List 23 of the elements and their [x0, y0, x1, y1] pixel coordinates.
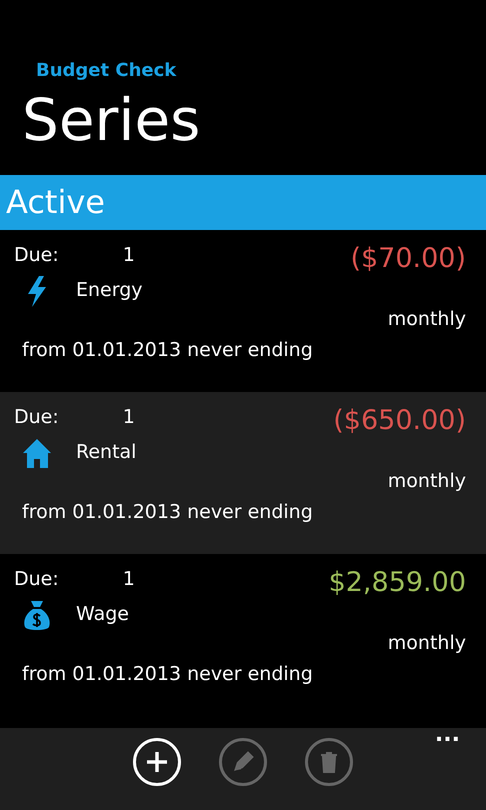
amount: ($70.00): [350, 244, 466, 274]
amount: ($650.00): [333, 406, 466, 436]
due-value: 1: [122, 406, 135, 429]
page-title: Series: [21, 86, 202, 156]
due-value: 1: [122, 244, 135, 267]
category-name: Wage: [76, 603, 129, 626]
amount: $2,859.00: [328, 568, 466, 598]
period-text: from 01.01.2013 never ending: [22, 500, 313, 524]
add-button[interactable]: [133, 738, 181, 786]
due-value: 1: [122, 568, 135, 591]
app-title: Budget Check: [35, 59, 178, 82]
more-button[interactable]: ...: [434, 724, 460, 746]
frequency: monthly: [388, 470, 466, 493]
group-header: Active: [0, 175, 486, 230]
due-label: Due:: [14, 406, 59, 429]
frequency: monthly: [388, 308, 466, 331]
due-label: Due:: [14, 568, 59, 591]
period-text: from 01.01.2013 never ending: [22, 662, 313, 686]
due-label: Due:: [14, 244, 59, 267]
category-name: Energy: [76, 279, 143, 302]
category-name: Rental: [76, 441, 136, 464]
period-text: from 01.01.2013 never ending: [22, 338, 313, 362]
frequency: monthly: [388, 632, 466, 655]
